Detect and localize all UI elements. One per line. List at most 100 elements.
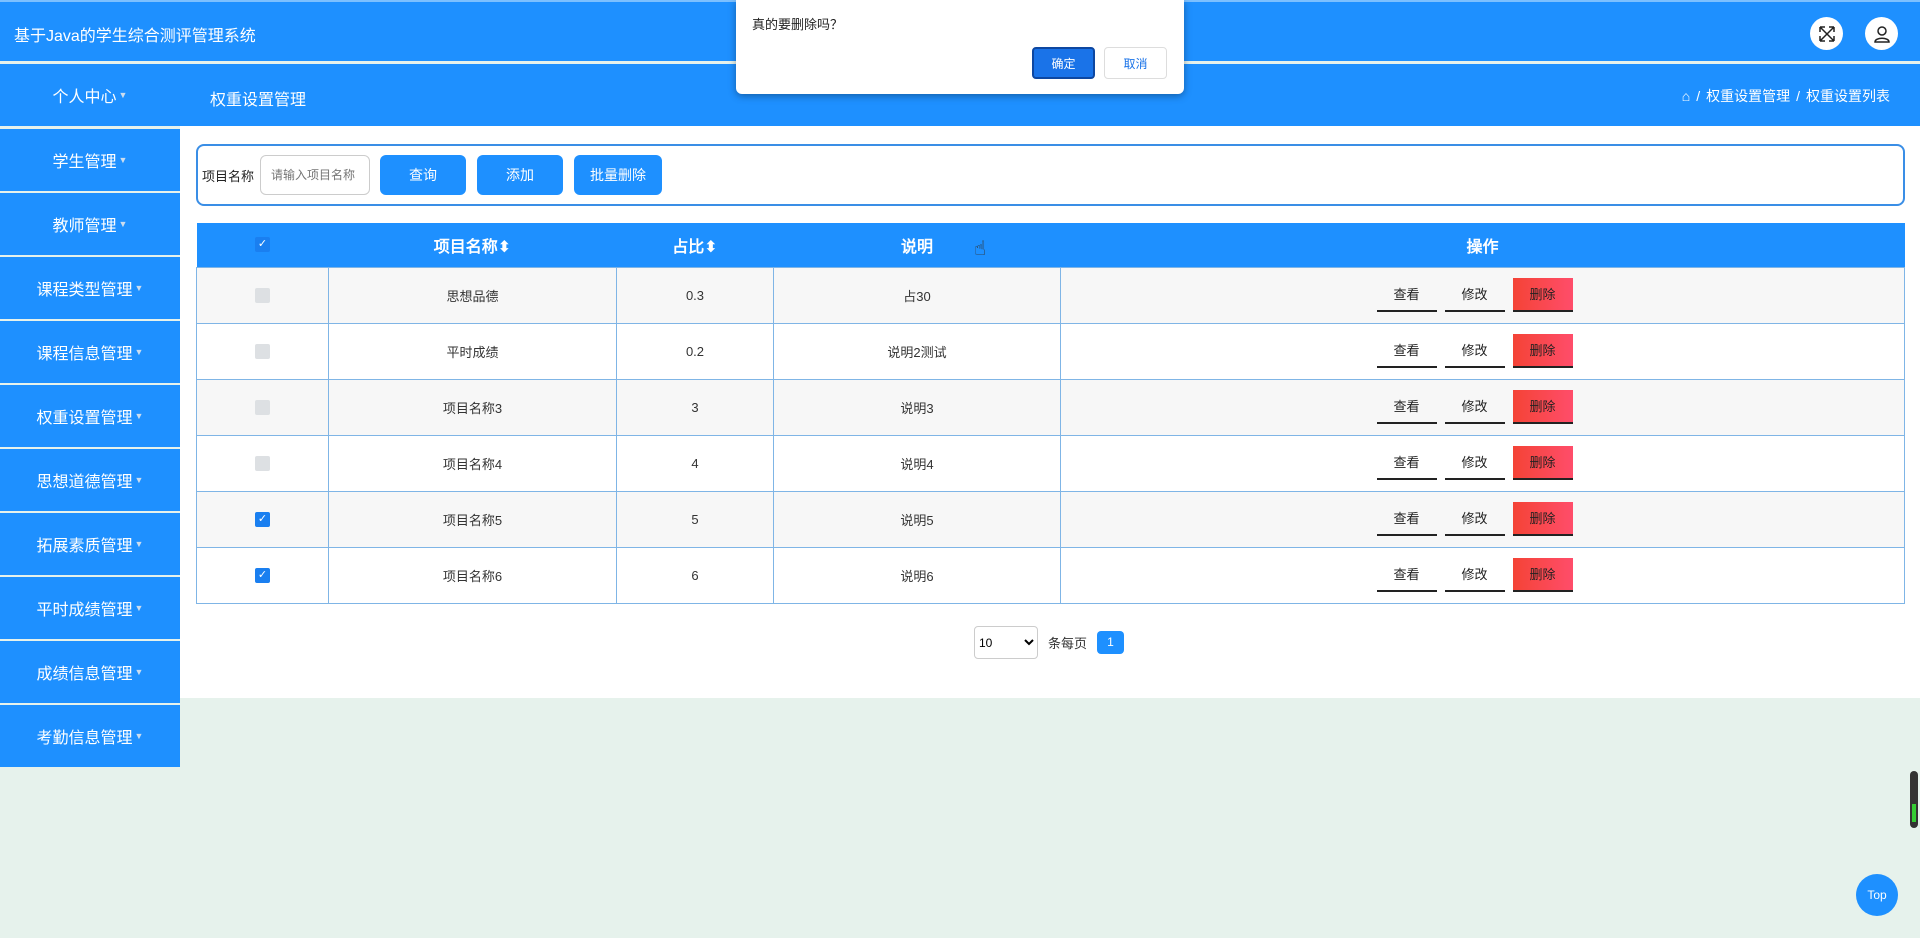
sidebar-item-label: 成绩信息管理 xyxy=(36,666,133,683)
edit-button[interactable]: 修改 xyxy=(1444,446,1505,480)
header-desc: 说明 xyxy=(773,223,1061,267)
caret-down-icon: ▼ xyxy=(134,347,144,357)
row-checkbox[interactable]: ✓ xyxy=(255,568,270,584)
sidebar-item[interactable]: 个人中心 ▼ xyxy=(0,64,180,126)
view-button[interactable]: 查看 xyxy=(1376,334,1437,368)
sidebar-item-label: 拓展素质管理 xyxy=(36,538,133,555)
cell-name: 平时成绩 xyxy=(328,322,617,380)
cell-desc: 说明2测试 xyxy=(773,322,1061,380)
scrollbar[interactable] xyxy=(1910,771,1918,828)
sort-icon: ⬍ xyxy=(497,238,512,256)
sidebar-item-label: 权重设置管理 xyxy=(36,410,133,427)
sidebar-item[interactable]: 成绩信息管理 ▼ xyxy=(0,641,180,703)
table-row: 项目名称4 4 说明4 查看 修改 删除 xyxy=(196,434,1905,492)
batch-delete-button[interactable]: 批量删除 xyxy=(574,155,663,195)
sidebar-item[interactable]: 考勤信息管理 ▼ xyxy=(0,705,180,767)
pagination: 10 条每页 1 xyxy=(974,626,1125,659)
delete-button[interactable]: 删除 xyxy=(1512,558,1573,592)
view-button[interactable]: 查看 xyxy=(1376,446,1437,480)
row-checkbox[interactable] xyxy=(255,456,270,472)
cell-name: 项目名称6 xyxy=(328,546,617,604)
row-checkbox[interactable] xyxy=(255,288,270,304)
edit-button[interactable]: 修改 xyxy=(1444,502,1505,536)
search-input[interactable] xyxy=(260,155,371,195)
table-row: ✓ 项目名称5 5 说明5 查看 修改 删除 xyxy=(196,490,1905,548)
view-button[interactable]: 查看 xyxy=(1376,390,1437,424)
page-size-select[interactable]: 10 xyxy=(974,626,1038,659)
caret-down-icon: ▼ xyxy=(134,539,144,549)
cell-name: 项目名称4 xyxy=(328,434,617,492)
header-ratio[interactable]: 占比⬍ xyxy=(616,223,774,267)
edit-button[interactable]: 修改 xyxy=(1444,558,1505,592)
delete-button[interactable]: 删除 xyxy=(1512,390,1573,424)
dialog-message: 真的要删除吗？ xyxy=(752,17,844,32)
table-row: 项目名称3 3 说明3 查看 修改 删除 xyxy=(196,378,1905,436)
user-icon[interactable] xyxy=(1865,17,1898,50)
sidebar-item[interactable]: 教师管理 ▼ xyxy=(0,193,180,255)
sidebar-item-label: 课程信息管理 xyxy=(36,346,133,363)
cell-name: 项目名称3 xyxy=(328,378,617,436)
app-title: 基于Java的学生综合测评管理系统 xyxy=(14,28,256,45)
data-table: ✓ 项目名称⬍ 占比⬍ 说明 操作 思想品德 0.3 占30 查看 修改 删除 平时… xyxy=(196,223,1905,604)
confirm-dialog: 真的要删除吗？ 确定 取消 xyxy=(736,0,1184,94)
delete-button[interactable]: 删除 xyxy=(1512,334,1573,368)
query-button[interactable]: 查询 xyxy=(380,155,467,195)
header-name[interactable]: 项目名称⬍ xyxy=(328,223,617,267)
sidebar-item-label: 学生管理 xyxy=(52,154,117,171)
home-icon[interactable]: ⌂ xyxy=(1682,88,1690,104)
sidebar-item-label: 课程类型管理 xyxy=(36,282,133,299)
caret-down-icon: ▼ xyxy=(134,411,144,421)
delete-button[interactable]: 删除 xyxy=(1512,502,1573,536)
row-checkbox[interactable]: ✓ xyxy=(255,512,270,528)
cancel-button[interactable]: 取消 xyxy=(1104,47,1167,79)
view-button[interactable]: 查看 xyxy=(1376,502,1437,536)
table-row: 平时成绩 0.2 说明2测试 查看 修改 删除 xyxy=(196,322,1905,380)
page-title: 权重设置管理 xyxy=(210,92,307,109)
cell-ratio: 5 xyxy=(616,490,774,548)
cell-desc: 说明4 xyxy=(773,434,1061,492)
select-all-checkbox[interactable]: ✓ xyxy=(255,237,270,253)
cell-desc: 说明5 xyxy=(773,490,1061,548)
view-button[interactable]: 查看 xyxy=(1376,558,1437,592)
page-button[interactable]: 1 xyxy=(1097,631,1125,654)
sidebar-item[interactable]: 拓展素质管理 ▼ xyxy=(0,513,180,575)
sidebar-item-label: 考勤信息管理 xyxy=(36,730,133,747)
sidebar-item[interactable]: 学生管理 ▼ xyxy=(0,129,180,191)
edit-button[interactable]: 修改 xyxy=(1444,278,1505,312)
cell-desc: 占30 xyxy=(773,266,1061,324)
row-checkbox[interactable] xyxy=(255,400,270,416)
header-actions: 操作 xyxy=(1060,223,1905,267)
sidebar-item[interactable]: 平时成绩管理 ▼ xyxy=(0,577,180,639)
cell-desc: 说明3 xyxy=(773,378,1061,436)
sidebar-item[interactable]: 权重设置管理 ▼ xyxy=(0,385,180,447)
delete-button[interactable]: 删除 xyxy=(1512,278,1573,312)
per-page-label: 条每页 xyxy=(1048,636,1088,651)
edit-button[interactable]: 修改 xyxy=(1444,390,1505,424)
add-button[interactable]: 添加 xyxy=(477,155,564,195)
cell-name: 思想品德 xyxy=(328,266,617,324)
fullscreen-icon[interactable] xyxy=(1810,17,1843,50)
search-bar: 项目名称 查询 添加 批量删除 xyxy=(196,144,1905,206)
cell-ratio: 0.3 xyxy=(616,266,774,324)
back-to-top-button[interactable]: Top xyxy=(1856,874,1898,916)
caret-down-icon: ▼ xyxy=(134,475,144,485)
cell-ratio: 4 xyxy=(616,434,774,492)
sidebar-item[interactable]: 课程类型管理 ▼ xyxy=(0,257,180,319)
caret-down-icon: ▼ xyxy=(134,283,144,293)
row-checkbox[interactable] xyxy=(255,344,270,360)
sidebar-item[interactable]: 思想道德管理 ▼ xyxy=(0,449,180,511)
caret-down-icon: ▼ xyxy=(118,90,128,100)
breadcrumb-item[interactable]: 权重设置管理 xyxy=(1706,86,1790,106)
breadcrumb: ⌂ / 权重设置管理 / 权重设置列表 xyxy=(1681,86,1890,106)
caret-down-icon: ▼ xyxy=(134,731,144,741)
delete-button[interactable]: 删除 xyxy=(1512,446,1573,480)
sort-icon: ⬍ xyxy=(704,238,718,256)
sidebar-item-label: 平时成绩管理 xyxy=(36,602,133,619)
edit-button[interactable]: 修改 xyxy=(1444,334,1505,368)
sidebar-item-label: 思想道德管理 xyxy=(36,474,133,491)
sidebar-item[interactable]: 课程信息管理 ▼ xyxy=(0,321,180,383)
cell-ratio: 6 xyxy=(616,546,774,604)
view-button[interactable]: 查看 xyxy=(1376,278,1437,312)
table-row: ✓ 项目名称6 6 说明6 查看 修改 删除 xyxy=(196,546,1905,604)
confirm-button[interactable]: 确定 xyxy=(1032,47,1095,79)
